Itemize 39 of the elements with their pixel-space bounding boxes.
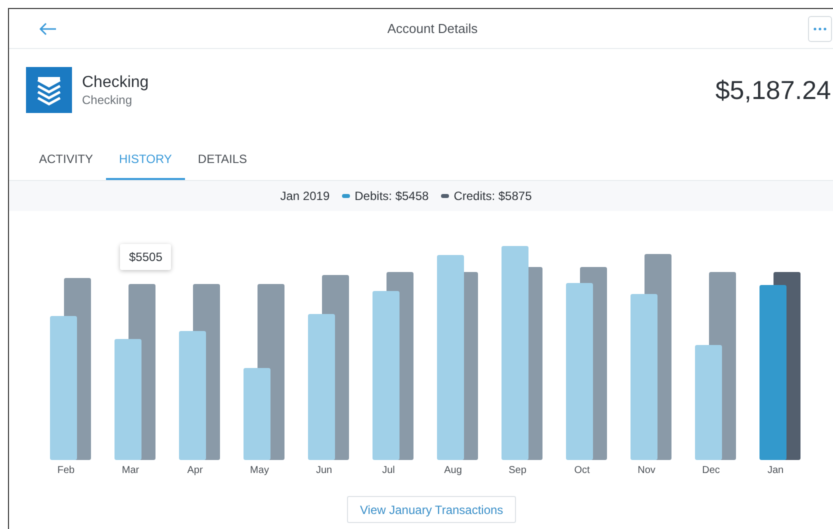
more-button[interactable] (808, 16, 832, 42)
back-arrow-icon[interactable] (39, 22, 57, 36)
bar-pair[interactable] (760, 272, 800, 460)
month-label: Oct (574, 465, 590, 476)
month-label: Jul (382, 465, 395, 476)
month-label: Dec (702, 465, 720, 476)
view-transactions-button[interactable]: View January Transactions (347, 496, 516, 523)
more-icon (813, 26, 827, 30)
legend-period: Jan 2019 (280, 189, 330, 203)
tab[interactable]: DETAILS (184, 145, 260, 180)
month-label: May (250, 465, 269, 476)
bar-pair[interactable] (695, 272, 736, 460)
bar-pair[interactable] (244, 284, 284, 460)
tab[interactable]: ACTIVITY (26, 145, 106, 180)
page-title: Account Details (386, 21, 479, 36)
account-balance: $5,187.24 (715, 74, 831, 106)
bar-pair[interactable] (114, 284, 156, 460)
legend-label: Credits: $5875 (454, 189, 532, 203)
account-logo-icon (26, 67, 72, 113)
month-label: Mar (122, 465, 140, 476)
bar-pair[interactable] (502, 246, 542, 460)
bar-pair[interactable] (179, 284, 220, 460)
month-label: Sep (508, 465, 526, 476)
account-name: Checking (82, 74, 150, 92)
bar-pair[interactable] (50, 278, 91, 460)
bar-pair[interactable] (437, 255, 478, 460)
bar-pair[interactable] (630, 254, 672, 460)
account-type: Checking (82, 92, 134, 106)
bar-pair[interactable] (566, 267, 607, 460)
month-label: Jun (316, 465, 332, 476)
month-label: Jan (767, 465, 784, 476)
bar-pair[interactable] (308, 275, 349, 460)
month-label: Apr (187, 465, 203, 476)
legend-label: Debits: $5458 (354, 189, 429, 203)
month-label: Feb (57, 465, 75, 476)
value-tooltip: $5505 (120, 244, 172, 270)
bar-pair[interactable] (372, 272, 414, 460)
month-label: Nov (638, 465, 656, 476)
month-label: Aug (444, 465, 462, 476)
